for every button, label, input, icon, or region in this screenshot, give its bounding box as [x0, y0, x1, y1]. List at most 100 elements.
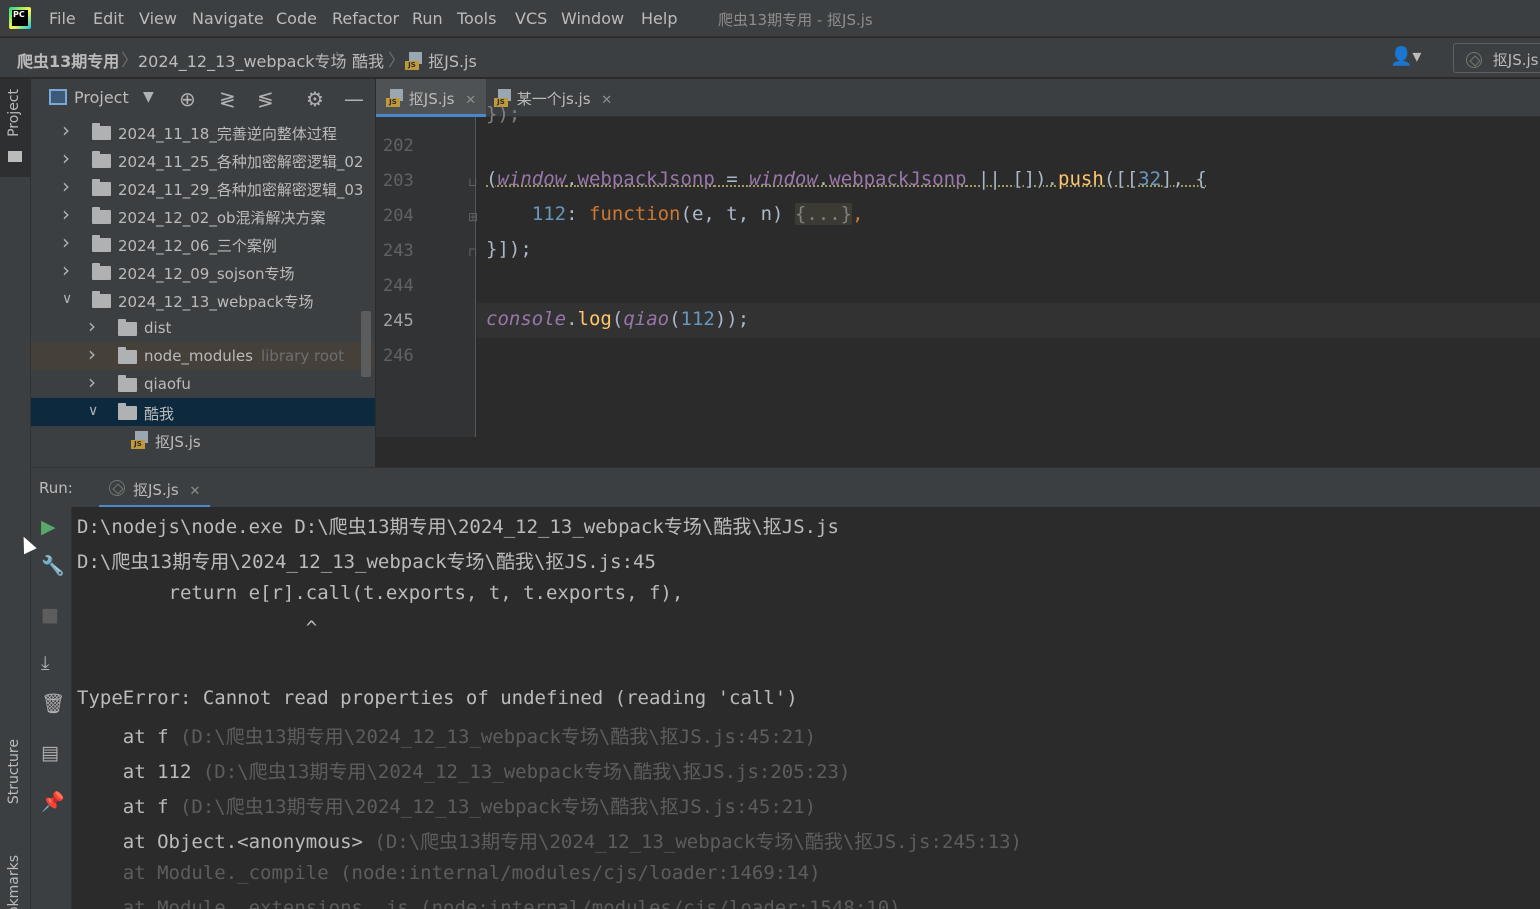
tree-folder-item[interactable]: › node_modules library root — [31, 342, 375, 370]
close-icon[interactable]: ✕ — [465, 93, 476, 108]
tree-folder-item[interactable]: › 2024_11_25_各种加密解密逻辑_02 — [31, 146, 375, 174]
locate-icon[interactable]: ⊕ — [179, 87, 196, 111]
menu-code[interactable]: Code — [276, 9, 317, 28]
breadcrumb-project[interactable]: 爬虫13期专用 — [17, 48, 119, 72]
tree-folder-item[interactable]: › dist — [31, 314, 375, 342]
menu-file[interactable]: File — [49, 9, 76, 28]
menu-refactor[interactable]: Refactor — [332, 9, 399, 28]
folder-icon — [92, 207, 111, 224]
tab-kou-js[interactable]: JS 抠JS.js ✕ — [376, 79, 487, 117]
tree-folder-item[interactable]: › 2024_12_02_ob混淆解决方案 — [31, 202, 375, 230]
chevron-right-icon[interactable]: › — [62, 258, 70, 282]
hide-icon[interactable]: — — [344, 87, 364, 111]
code-line-245: console.log(qiao(112)); — [486, 308, 749, 330]
bookmarks-tool-tab[interactable]: Bookmarks — [0, 855, 31, 909]
chevron-right-icon[interactable]: › — [62, 174, 70, 198]
fold-close-icon[interactable]: ⊓ — [468, 245, 477, 259]
menu-edit[interactable]: Edit — [93, 9, 124, 28]
settings-icon[interactable]: ⚙ — [306, 87, 324, 111]
structure-tool-tab[interactable]: Structure — [0, 735, 31, 835]
chevron-right-icon[interactable]: › — [62, 118, 70, 142]
code-token: console — [486, 308, 567, 330]
console-text: ^ — [77, 617, 318, 639]
code-line-243: }]); — [486, 238, 532, 260]
chevron-right-icon[interactable]: › — [62, 230, 70, 254]
project-tree[interactable]: ›2024_11_15_浏览器devtools的使›2024_11_18_完善逆… — [31, 90, 375, 467]
console-stack-location[interactable]: (D:\爬虫13期专用\2024_12_13_webpack专场\酷我\抠JS.… — [374, 831, 1022, 853]
dropdown-icon[interactable]: ▼ — [143, 89, 154, 105]
console-output[interactable]: D:\nodejs\node.exe D:\爬虫13期专用\2024_12_13… — [72, 507, 1540, 909]
console-line: D:\爬虫13期专用\2024_12_13_webpack专场\酷我\抠JS.j… — [77, 547, 656, 574]
layout-icon[interactable]: ▤ — [41, 742, 59, 764]
menu-help[interactable]: Help — [641, 9, 677, 28]
menu-vcs[interactable]: VCS — [515, 9, 547, 28]
folder-icon — [92, 263, 111, 280]
chevron-right-icon[interactable]: › — [88, 370, 96, 394]
chevron-right-icon[interactable]: › — [62, 146, 70, 170]
folded-code-block[interactable]: {...} — [794, 203, 853, 225]
tree-folder-item[interactable]: › 2024_12_09_sojson专场 — [31, 258, 375, 286]
chevron-right-icon[interactable]: › — [88, 314, 96, 338]
scroll-to-end-icon[interactable]: ⤓ — [41, 652, 49, 674]
project-tool-tab-label: Project — [6, 89, 22, 137]
tree-item-text: qiaofu — [144, 375, 191, 393]
tree-item-text: 2024_12_13_webpack专场 — [118, 293, 314, 311]
project-tool-tab[interactable]: Project — [0, 79, 31, 177]
tab-label: 某一个js.js — [516, 90, 591, 108]
pin-icon[interactable]: 📌 — [41, 790, 65, 813]
breadcrumb-separator-icon: 〉 — [121, 51, 138, 71]
console-stack-location[interactable]: (D:\爬虫13期专用\2024_12_13_webpack专场\酷我\抠JS.… — [180, 796, 816, 818]
breadcrumb-file[interactable]: JS 抠JS.js — [405, 48, 477, 72]
menu-run[interactable]: Run — [412, 9, 443, 28]
tree-item-text: 酷我 — [144, 405, 175, 423]
breadcrumb-subfolder[interactable]: 酷我 — [352, 48, 384, 72]
folder-icon — [118, 403, 137, 420]
line-number: 244 — [383, 276, 414, 296]
trash-icon[interactable]: 🗑 — [41, 692, 65, 715]
menu-view[interactable]: View — [139, 9, 177, 28]
wrench-icon[interactable]: 🔧 — [41, 554, 65, 577]
collapse-all-icon[interactable]: ≶ — [257, 87, 274, 111]
menu-window[interactable]: Window — [561, 9, 624, 28]
tree-folder-item[interactable]: ∨ 2024_12_13_webpack专场 — [31, 286, 375, 314]
code-token: qiao — [623, 308, 670, 330]
tree-folder-item[interactable]: › 2024_11_29_各种加密解密逻辑_03 — [31, 174, 375, 202]
chevron-down-icon[interactable]: ∨ — [88, 403, 98, 419]
code-token: ( — [669, 308, 681, 330]
menu-tools[interactable]: Tools — [457, 9, 496, 28]
tree-folder-item[interactable]: › qiaofu — [31, 370, 375, 398]
folder-icon — [92, 151, 111, 168]
code-token: window — [497, 168, 567, 190]
run-toolbar: ▶ 🔧 ■ ⤓ 🗑 ▤ 📌 — [31, 507, 72, 909]
tree-item-text: 2024_12_06_三个案例 — [118, 237, 277, 255]
code-token: log — [577, 308, 612, 330]
tree-folder-item[interactable]: ∨ 酷我 — [31, 398, 375, 426]
chevron-right-icon[interactable]: › — [62, 202, 70, 226]
console-text: at f — [77, 796, 180, 818]
tree-scrollbar[interactable] — [361, 311, 371, 377]
user-dropdown-icon[interactable]: 👤▾ — [1390, 46, 1421, 67]
chevron-down-icon[interactable]: ∨ — [62, 291, 72, 307]
fold-open-icon[interactable]: ⊔ — [468, 175, 477, 189]
close-icon[interactable]: ✕ — [189, 484, 200, 499]
stop-icon[interactable]: ■ — [41, 604, 59, 626]
console-stack-location[interactable]: (D:\爬虫13期专用\2024_12_13_webpack专场\酷我\抠JS.… — [180, 726, 816, 748]
code-editor[interactable] — [477, 117, 1540, 437]
code-token: || []). — [966, 168, 1059, 190]
run-icon[interactable]: ▶ — [41, 516, 56, 538]
project-view-label[interactable]: Project — [74, 88, 129, 107]
code-token: 112 — [531, 203, 567, 225]
menu-navigate[interactable]: Navigate — [192, 9, 264, 28]
tree-folder-item[interactable]: › 2024_11_18_完善逆向整体过程 — [31, 118, 375, 146]
close-icon[interactable]: ✕ — [601, 93, 612, 108]
expand-all-icon[interactable]: ≷ — [219, 87, 236, 111]
run-configuration-selector[interactable]: 抠JS.js — [1453, 43, 1540, 73]
tree-folder-item[interactable]: › 2024_12_06_三个案例 — [31, 230, 375, 258]
run-tab[interactable]: 抠JS.js ✕ — [99, 468, 211, 508]
folder-icon — [118, 319, 137, 336]
console-stack-location[interactable]: (D:\爬虫13期专用\2024_12_13_webpack专场\酷我\抠JS.… — [203, 761, 851, 783]
chevron-right-icon[interactable]: › — [88, 342, 96, 366]
breadcrumb-folder[interactable]: 2024_12_13_webpack专场 — [138, 48, 347, 72]
tree-item-label: 2024_11_29_各种加密解密逻辑_03 — [118, 179, 363, 200]
tree-file-item[interactable]: JS 抠JS.js — [31, 426, 375, 454]
